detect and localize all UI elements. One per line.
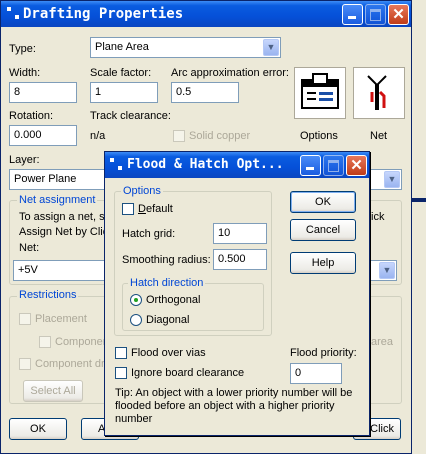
- component-drill-checkbox: [19, 358, 31, 370]
- restrictions-title: Restrictions: [17, 289, 79, 301]
- dialog-cancel-button[interactable]: Cancel: [290, 219, 356, 241]
- diagonal-radio[interactable]: [130, 314, 142, 326]
- type-label: Type:: [9, 43, 36, 55]
- flood-priority-label: Flood priority:: [290, 347, 357, 359]
- placement-label: Placement: [35, 313, 87, 325]
- solid-copper-label: Solid copper: [189, 130, 251, 142]
- net-label: Net: [370, 130, 388, 142]
- width-input[interactable]: 8: [9, 82, 77, 103]
- dialog-minimize-button[interactable]: [300, 155, 321, 176]
- options-label: Options: [300, 130, 338, 142]
- chevron-down-icon[interactable]: ▼: [379, 262, 395, 279]
- track-clearance-value: n/a: [90, 130, 106, 142]
- dialog-help-button[interactable]: Help: [290, 252, 356, 274]
- app-icon: [7, 7, 21, 21]
- window-title: Drafting Properties: [23, 6, 184, 22]
- orthogonal-radio[interactable]: [130, 294, 142, 306]
- scale-factor-input[interactable]: 1: [90, 82, 158, 103]
- title-bar[interactable]: Drafting Properties ✕: [1, 1, 411, 27]
- net-assignment-title: Net assignment: [17, 194, 98, 206]
- component-label: Componen: [55, 336, 109, 348]
- options-form-icon: [301, 73, 339, 109]
- hatch-grid-input[interactable]: 10: [213, 223, 267, 244]
- default-label: Default: [138, 203, 173, 215]
- net-assignment-text-1-right: ick: [371, 211, 385, 223]
- hatch-grid-label: Hatch grid:: [122, 228, 176, 240]
- rotation-input[interactable]: 0.000: [9, 125, 77, 146]
- ignore-board-clearance-checkbox[interactable]: [115, 367, 127, 379]
- component-drill-label: Component dri: [35, 358, 108, 370]
- net-assignment-text-2: Assign Net by Clic: [19, 226, 109, 238]
- track-clearance-label: Track clearance:: [90, 110, 171, 122]
- net-field-label: Net:: [19, 242, 40, 254]
- dialog-title: Flood & Hatch Opt...: [127, 157, 284, 172]
- type-select[interactable]: Plane Area ▼: [90, 37, 281, 58]
- dialog-options-title: Options: [121, 185, 163, 197]
- dialog-ok-button[interactable]: OK: [290, 191, 356, 213]
- flood-over-vias-checkbox[interactable]: [115, 347, 127, 359]
- flood-hatch-options-dialog: Flood & Hatch Opt... ✕ Options Default H…: [104, 151, 370, 436]
- layer-value: Power Plane: [14, 173, 77, 185]
- default-label-rest: efault: [145, 203, 173, 215]
- type-value: Plane Area: [95, 41, 149, 53]
- smoothing-radius-label: Smoothing radius:: [122, 254, 211, 266]
- layer-label: Layer:: [9, 154, 40, 166]
- smoothing-radius-input[interactable]: 0.500: [213, 249, 267, 270]
- net-value: +5V: [18, 264, 38, 276]
- placement-checkbox: [19, 313, 31, 325]
- arc-approximation-label: Arc approximation error:: [171, 67, 289, 79]
- flood-priority-input[interactable]: 0: [290, 363, 342, 384]
- background-window-edge: [412, 0, 426, 454]
- arc-approximation-input[interactable]: 0.5: [171, 82, 239, 103]
- minimize-button[interactable]: [342, 4, 363, 25]
- net-assignment-text-1: To assign a net, se: [19, 211, 111, 223]
- chevron-down-icon[interactable]: ▼: [263, 39, 279, 56]
- rotation-label: Rotation:: [9, 110, 54, 122]
- options-icon-button[interactable]: [294, 67, 346, 119]
- orthogonal-label: Orthogonal: [146, 294, 201, 306]
- solid-copper-checkbox: [173, 130, 185, 142]
- ok-button[interactable]: OK: [9, 418, 67, 440]
- net-trace-icon: [367, 75, 387, 110]
- dialog-close-button[interactable]: ✕: [346, 155, 367, 176]
- hatch-direction-group: [122, 283, 264, 331]
- close-button[interactable]: ✕: [388, 4, 409, 25]
- component-checkbox: [39, 336, 51, 348]
- flood-over-vias-label: Flood over vias: [131, 347, 206, 359]
- diagonal-label: Diagonal: [146, 314, 190, 326]
- maximize-button: [365, 4, 386, 25]
- tip-text: Tip: An object with a lower priority num…: [115, 387, 353, 425]
- scale-factor-label: Scale factor:: [90, 67, 152, 79]
- net-icon-button[interactable]: [353, 67, 405, 119]
- width-label: Width:: [9, 67, 41, 79]
- dialog-app-icon: [110, 158, 124, 172]
- chevron-down-icon[interactable]: ▼: [384, 171, 400, 188]
- area-label: area: [371, 336, 394, 348]
- dialog-maximize-button: [323, 155, 344, 176]
- default-checkbox[interactable]: [122, 203, 134, 215]
- ignore-board-clearance-label: Ignore board clearance: [131, 367, 245, 379]
- dialog-title-bar[interactable]: Flood & Hatch Opt... ✕: [105, 152, 369, 178]
- hatch-direction-title: Hatch direction: [128, 277, 206, 289]
- select-all-button: Select All: [23, 380, 83, 402]
